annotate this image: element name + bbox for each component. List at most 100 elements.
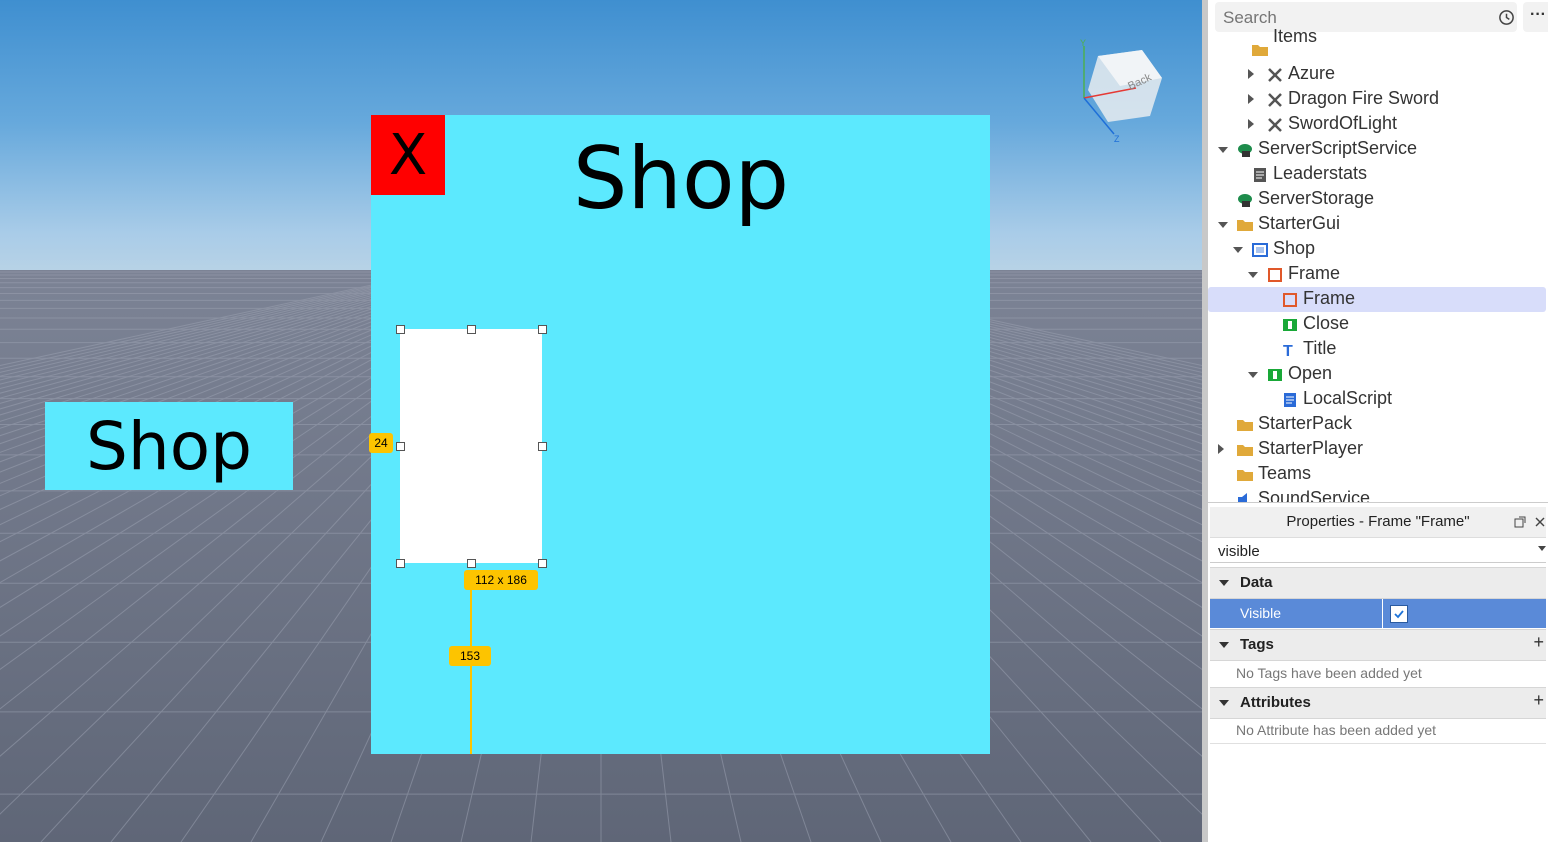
resize-handle-top[interactable] (467, 325, 476, 334)
explorer-row[interactable]: SwordOfLight (1208, 112, 1546, 137)
properties-panel: Properties - Frame "Frame" Data Visible … (1208, 502, 1548, 842)
close-panel-icon[interactable] (1534, 516, 1546, 528)
close-button-label: X (388, 122, 428, 188)
expand-arrow-down-icon[interactable] (1248, 272, 1258, 278)
starter-gui-icon (1237, 220, 1253, 231)
section-attributes[interactable]: Attributes + (1210, 687, 1546, 719)
text-button-icon (1283, 319, 1297, 331)
resize-handle-bottom-right[interactable] (538, 559, 547, 568)
expand-arrow-down-icon[interactable] (1248, 372, 1258, 378)
collapse-arrow-icon[interactable] (1219, 580, 1229, 586)
shop-frame[interactable]: X Shop 24 112 x 186 153 (369, 115, 990, 754)
selected-inner-frame[interactable] (400, 329, 542, 563)
explorer-row[interactable]: StarterGui (1208, 212, 1546, 237)
more-options-button[interactable]: ··· (1523, 2, 1548, 32)
left-offset-badge: 24 (369, 433, 393, 453)
add-tag-icon[interactable]: + (1533, 632, 1544, 653)
open-shop-button[interactable]: Shop (45, 402, 293, 490)
visible-checkbox[interactable] (1390, 605, 1408, 623)
text-label-icon: T (1283, 343, 1293, 359)
close-button[interactable]: X (371, 115, 445, 195)
explorer-row[interactable]: T Title (1208, 337, 1546, 362)
properties-filter-input[interactable] (1216, 540, 1520, 562)
explorer-row-label: ServerScriptService (1258, 138, 1418, 158)
explorer-row-label: StarterPack (1258, 413, 1353, 433)
resize-handle-top-left[interactable] (396, 325, 405, 334)
explorer-row[interactable]: Teams (1208, 462, 1546, 487)
explorer-row[interactable]: Leaderstats (1208, 162, 1546, 187)
undock-icon[interactable] (1514, 516, 1526, 528)
tool-icon (1268, 118, 1282, 132)
explorer-row-label: Title (1303, 338, 1337, 358)
script-icon (1254, 168, 1266, 182)
divider (1210, 743, 1546, 744)
expand-arrow-down-icon[interactable] (1218, 147, 1228, 153)
resize-handle-top-right[interactable] (538, 325, 547, 334)
explorer-search-box[interactable] (1215, 2, 1517, 32)
explorer-row-label: Frame (1288, 263, 1341, 283)
explorer-row-label: Close (1303, 313, 1350, 333)
section-data[interactable]: Data (1210, 567, 1546, 599)
add-attribute-icon[interactable]: + (1533, 690, 1544, 711)
section-data-title: Data (1240, 574, 1273, 591)
resize-handle-right[interactable] (538, 442, 547, 451)
resize-handle-bottom[interactable] (467, 559, 476, 568)
explorer-row-label: StarterGui (1258, 213, 1341, 233)
expand-arrow-right-icon[interactable] (1248, 94, 1254, 104)
explorer-row[interactable]: SoundService (1208, 487, 1546, 502)
server-script-service-icon (1238, 144, 1252, 157)
expand-arrow-down-icon[interactable] (1233, 247, 1243, 253)
bottom-offset-guide (470, 590, 472, 754)
collapse-arrow-icon[interactable] (1219, 642, 1229, 648)
folder-icon (1252, 45, 1268, 56)
explorer-row[interactable]: Open (1208, 362, 1546, 387)
expand-arrow-right-icon[interactable] (1248, 69, 1254, 79)
explorer-row-label: SoundService (1258, 488, 1371, 502)
explorer-row[interactable]: StarterPack (1208, 412, 1546, 437)
expand-arrow-right-icon[interactable] (1248, 119, 1254, 129)
explorer-row[interactable]: StarterPlayer (1208, 437, 1546, 462)
local-script-icon (1284, 393, 1296, 407)
expand-arrow-down-icon[interactable] (1218, 222, 1228, 228)
property-row-visible[interactable]: Visible (1210, 599, 1546, 628)
properties-title: Properties - Frame "Frame" (1286, 513, 1470, 530)
tool-icon (1268, 93, 1282, 107)
svg-text:T: T (1283, 343, 1293, 359)
explorer-row[interactable]: ServerScriptService (1208, 137, 1546, 162)
explorer-panel: ··· Items Azure Dragon Fire Sword SwordOfLi… (1208, 0, 1548, 502)
explorer-row-label: Frame (1303, 288, 1356, 308)
explorer-row[interactable]: Close (1208, 312, 1546, 337)
explorer-row[interactable]: LocalScript (1208, 387, 1546, 412)
frame-icon (1268, 268, 1282, 282)
property-visible-label: Visible (1240, 605, 1281, 621)
chevron-down-icon[interactable] (1538, 546, 1546, 552)
explorer-row-label: LocalScript (1303, 388, 1393, 408)
explorer-row[interactable]: Azure (1208, 62, 1546, 87)
open-shop-button-label: Shop (86, 407, 252, 485)
view-cube[interactable]: Y Z Back (1070, 38, 1180, 148)
explorer-row-label: SwordOfLight (1288, 113, 1398, 133)
section-tags[interactable]: Tags + (1210, 629, 1546, 661)
explorer-row[interactable]: Frame (1208, 287, 1546, 312)
resize-handle-left[interactable] (396, 442, 405, 451)
properties-filter[interactable] (1210, 538, 1546, 563)
starter-pack-icon (1237, 420, 1253, 431)
bottom-offset-badge: 153 (449, 646, 491, 666)
tool-icon (1268, 68, 1282, 82)
explorer-row[interactable]: Shop (1208, 237, 1546, 262)
viewport-3d[interactable]: Y Z Back Shop X Shop 24 112 x 186 153 (0, 0, 1202, 842)
explorer-row[interactable]: Items (1208, 26, 1546, 62)
explorer-row[interactable]: Dragon Fire Sword (1208, 87, 1546, 112)
text-button-icon (1268, 369, 1282, 381)
history-icon[interactable] (1498, 9, 1515, 26)
expand-arrow-right-icon[interactable] (1218, 444, 1224, 454)
tags-empty-note: No Tags have been added yet (1236, 665, 1422, 681)
explorer-row[interactable]: Frame (1208, 262, 1546, 287)
explorer-search-input[interactable] (1221, 6, 1475, 30)
explorer-row[interactable]: ServerStorage (1208, 187, 1546, 212)
resize-handle-bottom-left[interactable] (396, 559, 405, 568)
collapse-arrow-icon[interactable] (1219, 700, 1229, 706)
section-attributes-title: Attributes (1240, 694, 1311, 711)
checkmark-icon (1394, 610, 1404, 619)
explorer-row-label: Teams (1258, 463, 1312, 483)
